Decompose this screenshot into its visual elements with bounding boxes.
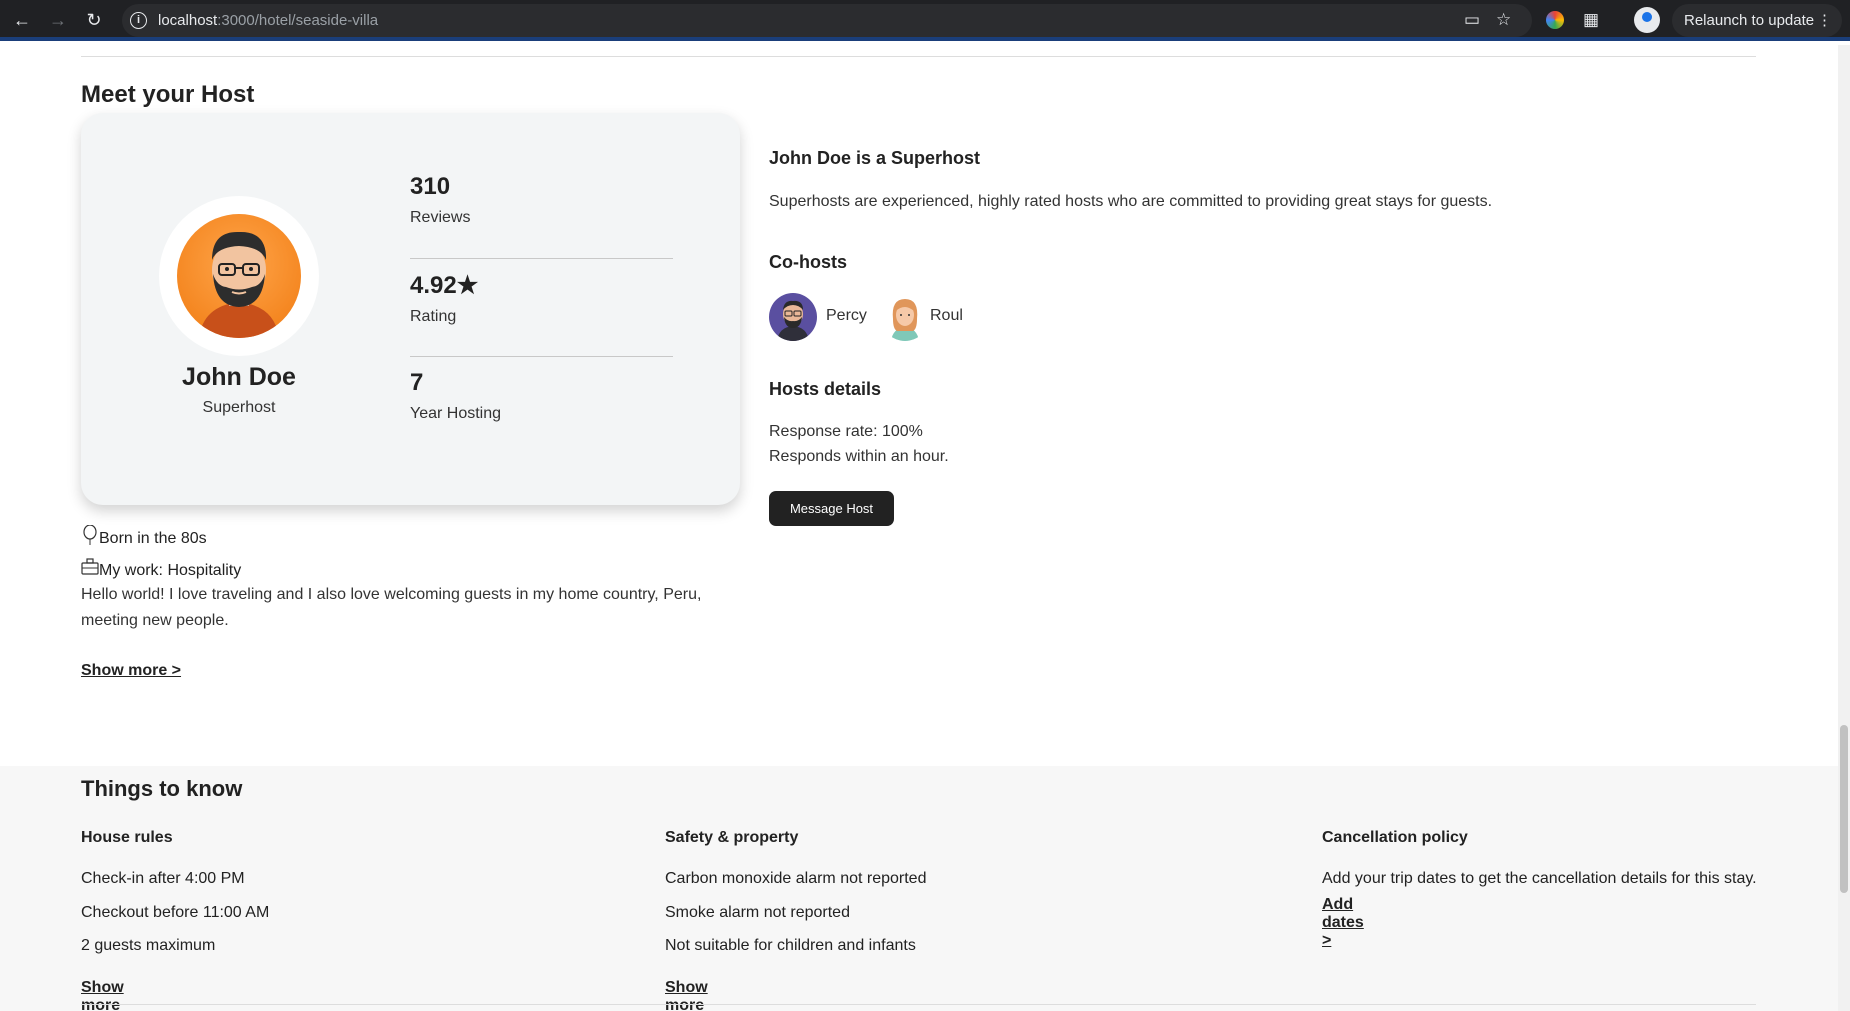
safety-show-more-link[interactable]: Show more > <box>665 979 708 1011</box>
install-app-icon[interactable]: ▭ <box>1464 10 1480 30</box>
cohost-avatar <box>881 293 929 341</box>
meet-host-heading: Meet your Host <box>81 81 255 108</box>
page-content: Meet your Host John Doe Superhost 310 Re… <box>0 45 1838 1011</box>
reload-icon[interactable]: ↻ <box>82 8 106 32</box>
stat-label: Rating <box>410 308 457 325</box>
host-details-heading: Hosts details <box>769 379 882 399</box>
stat-value: 4.92★ <box>410 272 479 299</box>
host-avatar <box>177 214 301 338</box>
cohosts-heading: Co-hosts <box>769 252 847 272</box>
scrollbar-thumb[interactable] <box>1840 725 1848 893</box>
fact-text: Born in the 80s <box>99 530 207 547</box>
list-item: Not suitable for children and infants <box>665 937 916 954</box>
response-time: Responds within an hour. <box>769 448 949 465</box>
cohost-avatar <box>769 293 817 341</box>
briefcase-icon <box>81 557 99 577</box>
superhost-description: Superhosts are experienced, highly rated… <box>769 193 1493 210</box>
host-avatar-illustration <box>199 231 279 338</box>
menu-dots-icon[interactable]: ⋮ <box>1817 4 1832 37</box>
list-item: 2 guests maximum <box>81 937 216 954</box>
cohost-name: Percy <box>826 307 867 324</box>
column-heading: Safety & property <box>665 829 799 846</box>
list-item: Check-in after 4:00 PM <box>81 870 245 887</box>
house-rules-show-more-link[interactable]: Show more > <box>81 979 124 1011</box>
host-name: John Doe <box>182 363 296 391</box>
section-divider <box>81 56 1756 57</box>
column-heading: House rules <box>81 829 173 846</box>
stat-value: 310 <box>410 173 451 200</box>
fact-item: My work: Hospitality <box>81 557 241 580</box>
forward-arrow-icon[interactable]: → <box>46 8 70 32</box>
host-bio: Hello world! I love traveling and I also… <box>81 586 702 629</box>
stat-divider <box>410 258 673 259</box>
stat-years: 7 Year Hosting <box>410 369 673 423</box>
stat-label: Reviews <box>410 209 471 226</box>
fact-text: My work: Hospitality <box>99 562 242 579</box>
stat-label: Year Hosting <box>410 405 502 422</box>
stat-reviews: 310 Reviews <box>410 173 673 227</box>
page-scrollbar[interactable] <box>1838 45 1850 1011</box>
back-arrow-icon[interactable]: ← <box>10 8 34 32</box>
fact-item: Born in the 80s <box>81 524 207 548</box>
cohost-name: Roul <box>930 307 963 324</box>
url-host: localhost <box>158 12 218 29</box>
address-bar[interactable]: i localhost:3000/hotel/seaside-villa <box>122 4 1532 37</box>
response-rate: Response rate: 100% <box>769 423 923 440</box>
relaunch-label: Relaunch to update <box>1684 12 1815 29</box>
add-dates-link[interactable]: Add dates > <box>1322 896 1364 950</box>
host-role: Superhost <box>202 399 276 416</box>
host-card: John Doe Superhost 310 Reviews 4.92★ Rat… <box>81 113 740 505</box>
list-item: Add your trip dates to get the cancellat… <box>1322 870 1757 887</box>
host-avatar-ring <box>159 196 319 356</box>
stat-divider <box>410 356 673 357</box>
host-show-more-link[interactable]: Show more > <box>81 662 181 680</box>
site-info-icon[interactable]: i <box>130 12 147 29</box>
balloon-icon <box>81 524 99 545</box>
address-url[interactable]: localhost:3000/hotel/seaside-villa <box>158 12 378 29</box>
extension-color-icon[interactable] <box>1546 11 1564 29</box>
section-divider <box>81 1004 1756 1005</box>
list-item: Smoke alarm not reported <box>665 904 850 921</box>
column-heading: Cancellation policy <box>1322 829 1468 846</box>
extensions-puzzle-icon[interactable]: ▦ <box>1583 10 1599 30</box>
stat-rating: 4.92★ Rating <box>410 271 673 326</box>
list-item: Carbon monoxide alarm not reported <box>665 870 927 887</box>
url-path: :3000/hotel/seaside-villa <box>217 12 379 29</box>
things-to-know-section: Things to know House rules Check-in afte… <box>0 766 1838 1011</box>
profile-avatar-icon[interactable] <box>1634 7 1660 33</box>
message-host-button[interactable]: Message Host <box>769 491 894 526</box>
relaunch-button[interactable]: Relaunch to update ⋮ <box>1672 4 1842 37</box>
browser-toolbar: ← → ↻ i localhost:3000/hotel/seaside-vil… <box>0 0 1850 41</box>
stat-value: 7 <box>410 369 424 396</box>
list-item: Checkout before 11:00 AM <box>81 904 270 921</box>
superhost-heading: John Doe is a Superhost <box>769 148 981 168</box>
bookmark-star-icon[interactable]: ☆ <box>1496 10 1511 30</box>
things-to-know-heading: Things to know <box>81 776 243 801</box>
